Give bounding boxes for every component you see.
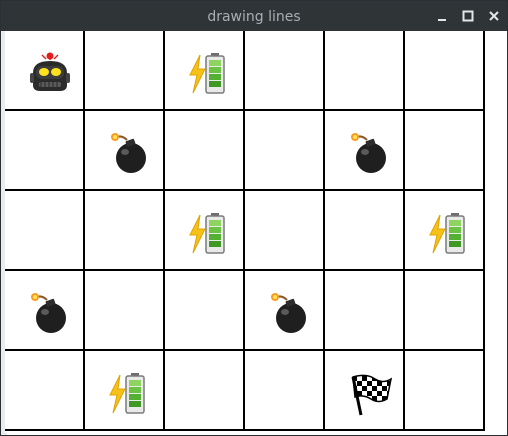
board-cell-r1-c6[interactable]	[405, 31, 485, 111]
board-cell-r2-c5[interactable]	[325, 111, 405, 191]
board-cell-r4-c3[interactable]	[165, 271, 245, 351]
app-window: drawing lines	[0, 0, 508, 436]
board-cell-r1-c5[interactable]	[325, 31, 405, 111]
board-cell-r3-c5[interactable]	[325, 191, 405, 271]
game-board[interactable]	[5, 31, 487, 433]
maximize-icon	[462, 10, 474, 22]
bomb-icon	[267, 291, 313, 337]
board-cell-r3-c6[interactable]	[405, 191, 485, 271]
board-cell-r1-c4[interactable]	[245, 31, 325, 111]
maximize-button[interactable]	[461, 9, 475, 23]
board-cell-r3-c1[interactable]	[5, 191, 85, 271]
board-cell-r5-c5[interactable]	[325, 351, 405, 431]
title-bar[interactable]: drawing lines	[1, 1, 507, 31]
bomb-icon	[107, 131, 153, 177]
board-cell-r4-c6[interactable]	[405, 271, 485, 351]
board-cell-r1-c1[interactable]	[5, 31, 85, 111]
bomb-icon	[347, 131, 393, 177]
battery-icon	[427, 211, 473, 257]
board-cell-r2-c2[interactable]	[85, 111, 165, 191]
board-cell-r1-c2[interactable]	[85, 31, 165, 111]
close-button[interactable]	[487, 9, 501, 23]
window-title: drawing lines	[207, 9, 301, 25]
board-cell-r3-c2[interactable]	[85, 191, 165, 271]
battery-icon	[187, 211, 233, 257]
board-cell-r5-c4[interactable]	[245, 351, 325, 431]
board-cell-r3-c4[interactable]	[245, 191, 325, 271]
board-cell-r4-c1[interactable]	[5, 271, 85, 351]
battery-icon	[107, 371, 153, 417]
board-cell-r5-c1[interactable]	[5, 351, 85, 431]
board-cell-r2-c6[interactable]	[405, 111, 485, 191]
close-icon	[489, 11, 499, 21]
board-cell-r5-c3[interactable]	[165, 351, 245, 431]
checkered-flag-icon	[347, 371, 393, 417]
board-cell-r4-c4[interactable]	[245, 271, 325, 351]
board-cell-r5-c2[interactable]	[85, 351, 165, 431]
battery-icon	[187, 51, 233, 97]
board-cell-r5-c6[interactable]	[405, 351, 485, 431]
board-cell-r2-c4[interactable]	[245, 111, 325, 191]
board-cell-r4-c5[interactable]	[325, 271, 405, 351]
board-cell-r3-c3[interactable]	[165, 191, 245, 271]
robot-icon	[27, 51, 73, 97]
board-cell-r4-c2[interactable]	[85, 271, 165, 351]
minimize-icon	[438, 19, 446, 21]
window-right-margin	[487, 31, 507, 435]
bomb-icon	[27, 291, 73, 337]
board-cell-r2-c1[interactable]	[5, 111, 85, 191]
board-cell-r2-c3[interactable]	[165, 111, 245, 191]
board-cell-r1-c3[interactable]	[165, 31, 245, 111]
minimize-button[interactable]	[435, 9, 449, 23]
